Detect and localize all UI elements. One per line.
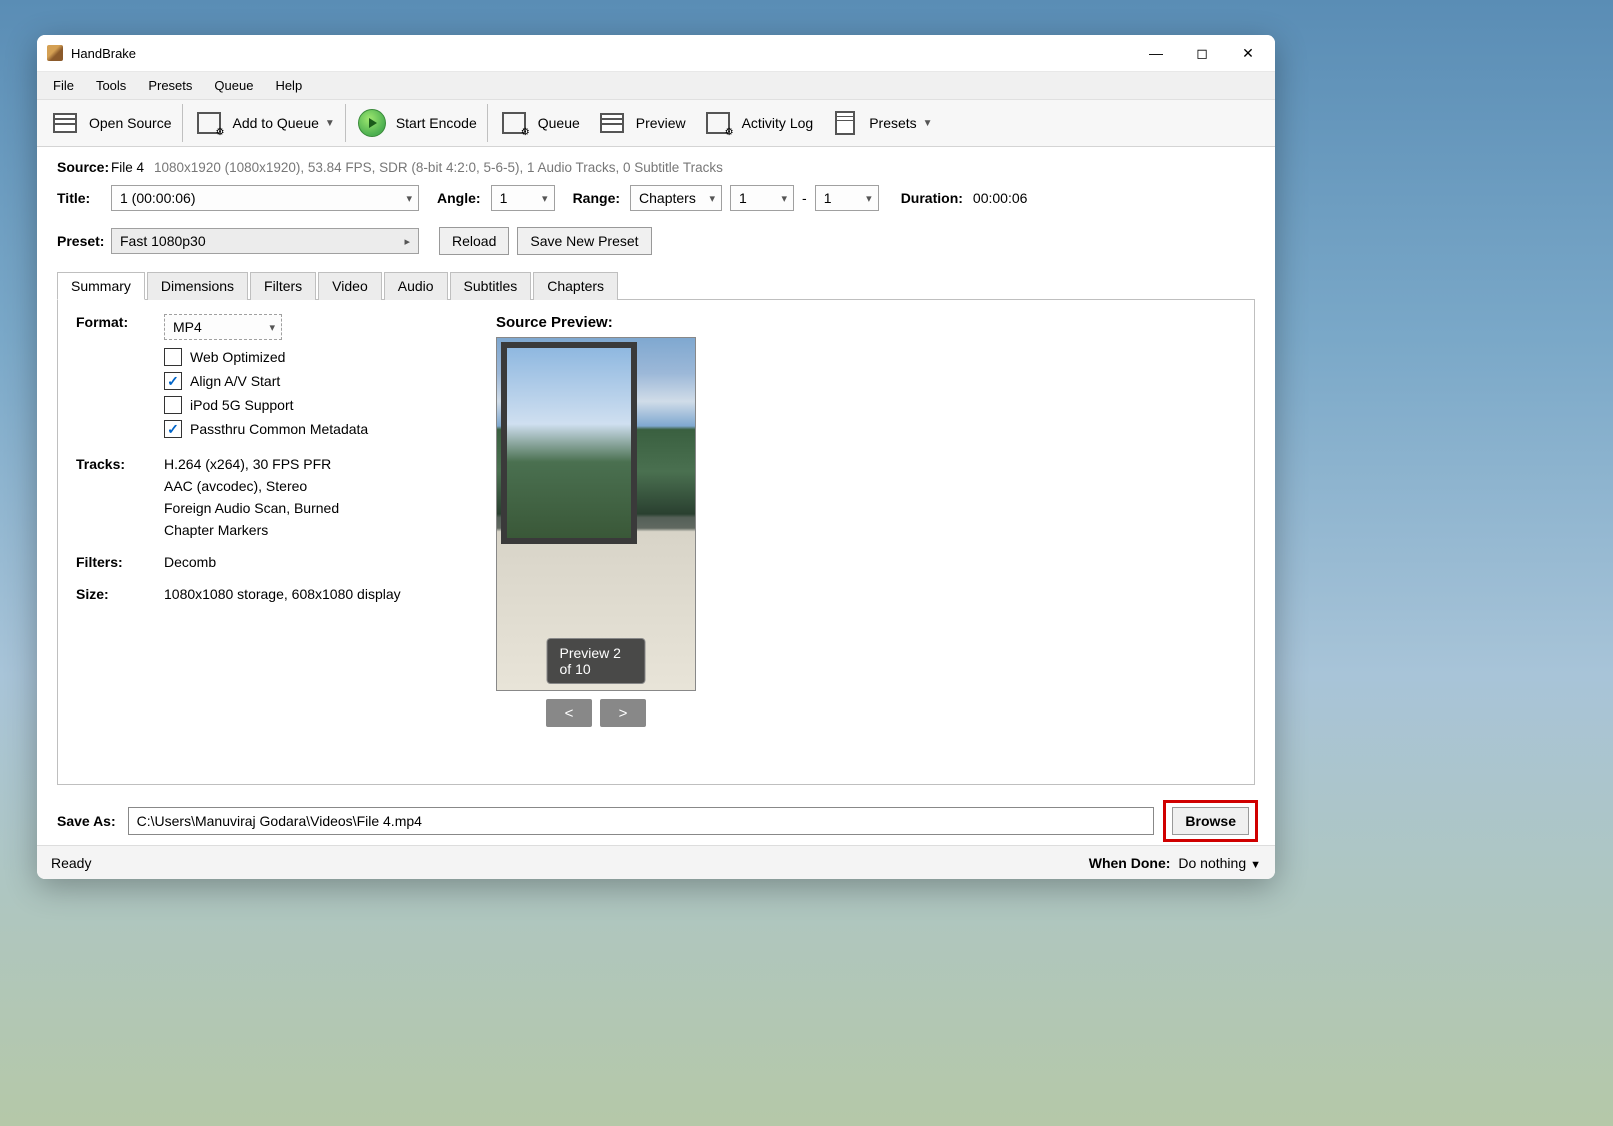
toolbar: Open Source Add to Queue ▼ Start Encode …: [37, 99, 1275, 147]
source-file: File 4: [111, 160, 144, 175]
preview-next-button[interactable]: >: [600, 699, 646, 727]
tab-subtitles[interactable]: Subtitles: [450, 272, 532, 300]
saveas-row: Save As: Browse: [37, 793, 1275, 845]
status-text: Ready: [51, 855, 91, 871]
web-optimized-checkbox[interactable]: Web Optimized: [164, 348, 368, 366]
source-row: Source: File 4 1080x1920 (1080x1920), 53…: [57, 159, 1255, 175]
angle-select[interactable]: 1: [491, 185, 555, 211]
tab-chapters[interactable]: Chapters: [533, 272, 618, 300]
tab-video[interactable]: Video: [318, 272, 382, 300]
save-preset-button[interactable]: Save New Preset: [517, 227, 651, 255]
align-av-checkbox[interactable]: ✓ Align A/V Start: [164, 372, 368, 390]
status-bar: Ready When Done: Do nothing▼: [37, 845, 1275, 879]
filters-value: Decomb: [164, 554, 216, 570]
format-select[interactable]: MP4: [164, 314, 282, 340]
open-source-button[interactable]: Open Source: [41, 100, 180, 146]
log-icon: [706, 112, 730, 134]
range-from-select[interactable]: 1: [730, 185, 794, 211]
main-content: Source: File 4 1080x1920 (1080x1920), 53…: [37, 147, 1275, 793]
tracks-list: H.264 (x264), 30 FPS PFR AAC (avcodec), …: [164, 456, 339, 538]
add-to-queue-button[interactable]: Add to Queue ▼: [185, 100, 343, 146]
preview-button[interactable]: Preview: [588, 100, 694, 146]
range-mode-select[interactable]: Chapters: [630, 185, 722, 211]
activity-log-button[interactable]: Activity Log: [694, 100, 822, 146]
saveas-input[interactable]: [128, 807, 1155, 835]
picture-add-icon: [197, 112, 221, 134]
size-value: 1080x1080 storage, 608x1080 display: [164, 586, 401, 602]
play-icon: [358, 109, 386, 137]
start-encode-button[interactable]: Start Encode: [348, 100, 485, 146]
chevron-down-icon: ▼: [1250, 859, 1261, 871]
chevron-down-icon: ▼: [923, 118, 933, 129]
app-icon: [47, 45, 63, 61]
preview-column: Source Preview: Preview 2 of 10 < >: [496, 314, 696, 770]
close-button[interactable]: ✕: [1225, 37, 1271, 69]
menu-queue[interactable]: Queue: [204, 74, 263, 97]
tab-filters[interactable]: Filters: [250, 272, 316, 300]
tab-audio[interactable]: Audio: [384, 272, 448, 300]
title-select[interactable]: 1 (00:00:06): [111, 185, 419, 211]
presets-icon: [835, 111, 855, 135]
tab-dimensions[interactable]: Dimensions: [147, 272, 248, 300]
menu-help[interactable]: Help: [265, 74, 312, 97]
menu-presets[interactable]: Presets: [138, 74, 202, 97]
queue-icon: [502, 112, 526, 134]
source-metadata: 1080x1920 (1080x1920), 53.84 FPS, SDR (8…: [154, 160, 723, 175]
reload-button[interactable]: Reload: [439, 227, 509, 255]
queue-button[interactable]: Queue: [490, 100, 588, 146]
menu-file[interactable]: File: [43, 74, 84, 97]
tab-summary[interactable]: Summary: [57, 272, 145, 300]
title-row: Title: 1 (00:00:06) Angle: 1 Range: Chap…: [57, 185, 1255, 211]
presets-button[interactable]: Presets ▼: [821, 100, 940, 146]
range-to-select[interactable]: 1: [815, 185, 879, 211]
checkbox-icon: ✓: [164, 420, 182, 438]
checkbox-icon: [164, 396, 182, 414]
preset-select[interactable]: Fast 1080p30: [111, 228, 419, 254]
browse-highlight: Browse: [1166, 803, 1255, 839]
film-icon: [53, 113, 77, 133]
tabstrip: Summary Dimensions Filters Video Audio S…: [57, 271, 1255, 300]
app-title: HandBrake: [71, 46, 136, 61]
chevron-down-icon: ▼: [325, 118, 335, 129]
preview-icon: [600, 113, 624, 133]
preset-row: Preset: Fast 1080p30 Reload Save New Pre…: [57, 227, 1255, 255]
duration-value: 00:00:06: [973, 190, 1028, 206]
browse-button[interactable]: Browse: [1172, 807, 1249, 835]
preview-prev-button[interactable]: <: [546, 699, 592, 727]
checkbox-icon: ✓: [164, 372, 182, 390]
menu-tools[interactable]: Tools: [86, 74, 136, 97]
summary-panel: Format: MP4 Web Optimized ✓ Align A/V St…: [57, 300, 1255, 785]
passthru-checkbox[interactable]: ✓ Passthru Common Metadata: [164, 420, 368, 438]
maximize-button[interactable]: ◻: [1179, 37, 1225, 69]
preview-badge: Preview 2 of 10: [547, 638, 646, 684]
menubar: File Tools Presets Queue Help: [37, 71, 1275, 99]
when-done-select[interactable]: Do nothing▼: [1178, 855, 1261, 871]
app-window: HandBrake — ◻ ✕ File Tools Presets Queue…: [37, 35, 1275, 879]
preview-image: Preview 2 of 10: [496, 337, 696, 691]
minimize-button[interactable]: —: [1133, 37, 1179, 69]
checkbox-icon: [164, 348, 182, 366]
titlebar: HandBrake — ◻ ✕: [37, 35, 1275, 71]
ipod-checkbox[interactable]: iPod 5G Support: [164, 396, 368, 414]
